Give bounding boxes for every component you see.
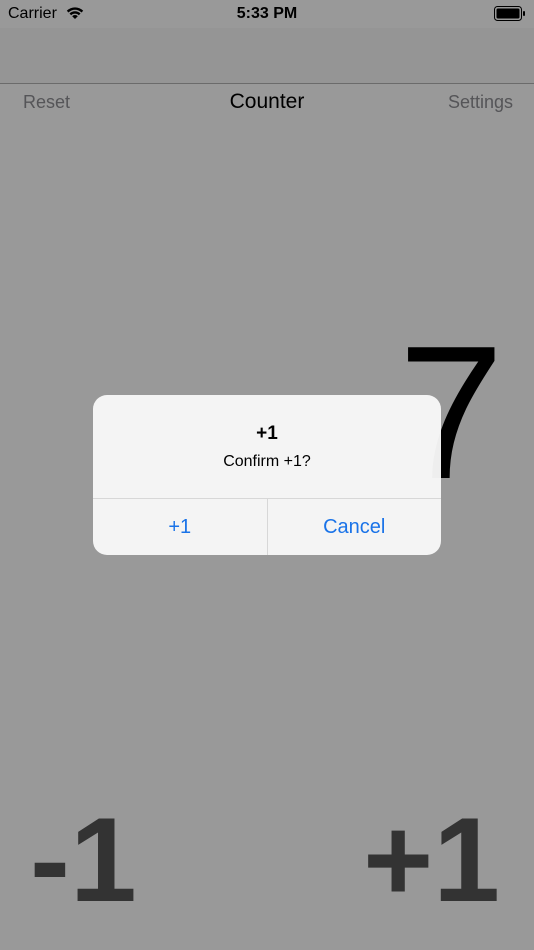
- alert-message: Confirm +1?: [223, 453, 311, 470]
- confirm-alert: +1 Confirm +1? +1 Cancel: [93, 395, 441, 555]
- alert-confirm-button[interactable]: +1: [93, 499, 268, 555]
- alert-title: +1: [256, 423, 278, 444]
- alert-cancel-button[interactable]: Cancel: [268, 499, 442, 555]
- alert-actions: +1 Cancel: [93, 498, 441, 555]
